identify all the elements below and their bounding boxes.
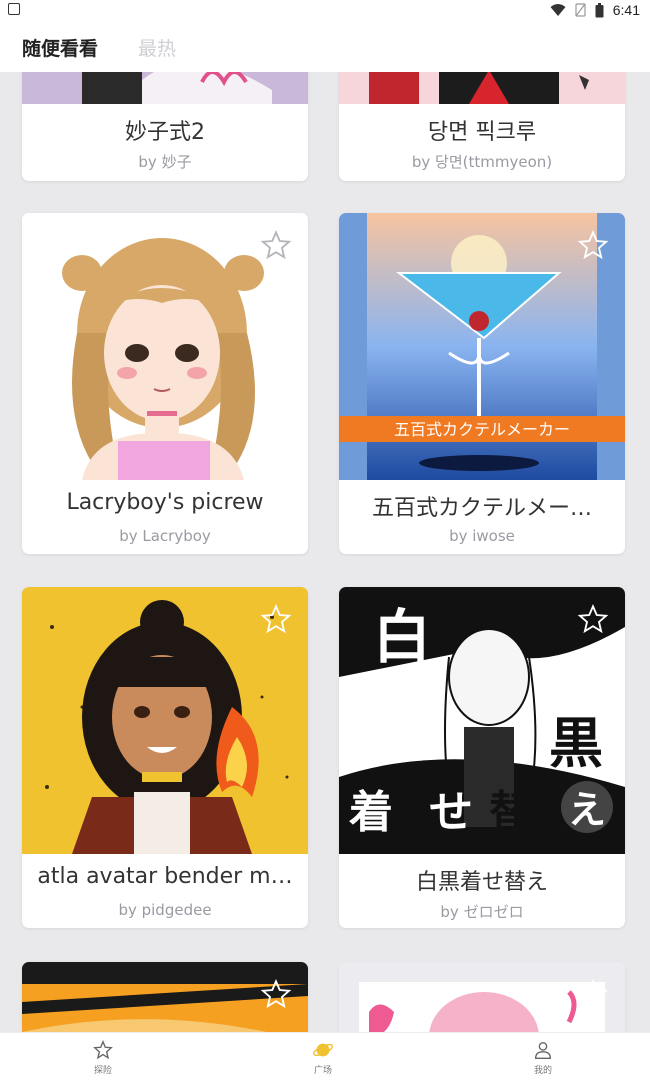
profile-icon <box>534 1041 552 1059</box>
nav-label: 广场 <box>313 1066 332 1076</box>
picrew-card[interactable] <box>339 962 625 1032</box>
nav-explore[interactable]: 探险 <box>63 1039 143 1076</box>
favorite-star-icon[interactable] <box>260 229 292 261</box>
card-author: by 당면(ttmmyeon) <box>411 153 553 171</box>
status-time: 6:41 <box>612 2 640 18</box>
header: 随便看看 最热 <box>0 22 650 72</box>
picrew-card[interactable]: atla avatar bender m… by pidgedee <box>22 587 308 928</box>
tab-hottest[interactable]: 最热 <box>138 34 176 61</box>
art-text: え <box>568 788 606 832</box>
card-author: by iwose <box>449 527 515 545</box>
battery-icon <box>595 2 604 17</box>
bottom-nav: 探险 广场 我的 <box>0 1032 650 1084</box>
nav-label: 我的 <box>533 1066 552 1076</box>
no-sim-icon <box>575 3 586 17</box>
picrew-feed[interactable]: 妙子式2 by 妙子 당면 픽크루 by 당면(ttmmyeon) Lacryb… <box>0 72 650 1032</box>
favorite-star-icon[interactable] <box>260 603 292 635</box>
card-title: 당면 픽크루 <box>427 120 537 145</box>
planet-icon <box>313 1043 333 1057</box>
favorite-star-icon[interactable] <box>577 978 609 1010</box>
tab-browse[interactable]: 随便看看 <box>22 34 98 61</box>
card-author: by ゼロゼロ <box>440 903 524 921</box>
art-text: 黒 <box>549 712 603 775</box>
art-text: 着 <box>349 787 393 838</box>
nav-label: 探险 <box>93 1066 112 1076</box>
art-text: 替 <box>489 787 533 838</box>
wifi-icon <box>550 4 566 16</box>
nav-profile[interactable]: 我的 <box>503 1039 583 1076</box>
notification-icon <box>8 3 20 15</box>
card-author: by 妙子 <box>138 153 192 171</box>
card-title: 妙子式2 <box>125 120 205 145</box>
picrew-card[interactable]: 당면 픽크루 by 당면(ttmmyeon) <box>339 72 625 181</box>
card-title: 白黒着せ替え <box>415 870 548 895</box>
banner-text: 五百式カクテルメーカー <box>394 420 570 439</box>
status-bar: 6:41 <box>0 0 650 22</box>
card-thumbnail <box>339 72 625 104</box>
card-title: Lacryboy's picrew <box>66 490 264 515</box>
favorite-star-icon[interactable] <box>577 603 609 635</box>
art-text: 白 <box>373 603 431 671</box>
card-author: by pidgedee <box>118 901 212 919</box>
favorite-star-icon[interactable] <box>577 229 609 261</box>
picrew-card[interactable]: 妙子式2 by 妙子 <box>22 72 308 181</box>
explore-icon <box>93 1039 113 1060</box>
picrew-card[interactable]: 白 黒 着 せ 替 え 白黒着せ替え by ゼロゼロ <box>339 587 625 928</box>
card-title: 五百式カクテルメー… <box>371 496 592 521</box>
card-author: by Lacryboy <box>119 527 211 545</box>
favorite-star-icon[interactable] <box>260 978 292 1010</box>
card-title: atla avatar bender m… <box>37 864 293 889</box>
card-thumbnail <box>22 72 308 104</box>
nav-square[interactable]: 广场 <box>283 1039 363 1076</box>
art-text: せ <box>429 787 473 838</box>
picrew-card[interactable]: Lacryboy's picrew by Lacryboy <box>22 213 308 554</box>
picrew-card[interactable]: 五百式カクテルメーカー 五百式カクテルメー… by iwose <box>339 213 625 554</box>
picrew-card[interactable] <box>22 962 308 1032</box>
